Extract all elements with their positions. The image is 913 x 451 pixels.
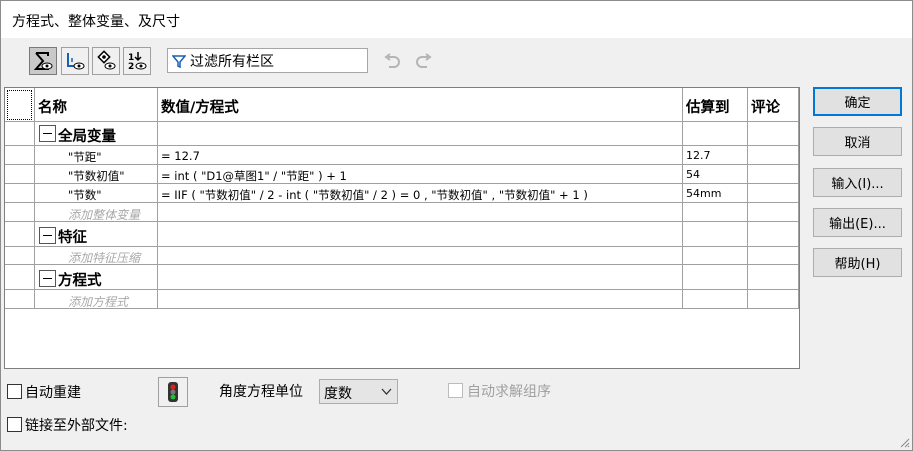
traffic-light-icon [168,382,178,402]
sigma-icon [33,52,53,70]
redo-icon [416,53,432,68]
add-global-variable-placeholder[interactable]: 添加整体变量 [68,206,140,223]
undo-icon [384,53,400,68]
redo-button[interactable] [413,50,435,72]
collapse-globals-icon[interactable] [39,125,56,142]
dimension-visibility-button[interactable] [92,47,120,75]
ok-button[interactable]: 确定 [813,87,902,116]
resize-grip-icon[interactable] [898,436,910,448]
angle-unit-value: 度数 [324,386,352,402]
header-evaluates-to[interactable]: 估算到 [686,96,730,117]
ordered-view-button[interactable]: 1 2 [123,47,151,75]
dimension-view-icon [67,53,85,70]
import-button[interactable]: 输入(I)... [813,168,902,197]
header-comment[interactable]: 评论 [751,96,780,117]
filter-icon [172,55,186,68]
add-feature-suppression-placeholder[interactable]: 添加特征压缩 [68,249,140,266]
angle-unit-label: 角度方程单位 [219,384,303,400]
help-button[interactable]: 帮助(H) [813,248,902,277]
link-external-file-label: 链接至外部文件: [25,418,128,434]
undo-button[interactable] [381,50,403,72]
group-globals-label: 全局变量 [58,129,116,145]
svg-text:2: 2 [128,62,134,72]
filter-field[interactable] [167,48,368,73]
var-value[interactable]: = int ( "D1@草图1" / "节距" ) + 1 [161,168,347,184]
var-name[interactable]: "节距" [68,149,102,165]
add-equation-placeholder[interactable]: 添加方程式 [68,293,128,310]
row-header-corner [7,90,32,120]
group-equations-label: 方程式 [58,273,102,289]
filter-input[interactable] [190,50,365,71]
dimension-visibility-icon [97,50,116,70]
auto-rebuild-label: 自动重建 [25,385,81,401]
var-value[interactable]: = IIF ( "节数初值" / 2 - int ( "节数初值" / 2 ) … [161,187,588,203]
dialog-title: 方程式、整体变量、及尺寸 [12,14,180,30]
var-eval: 54mm [686,187,722,200]
auto-solve-order-checkbox[interactable] [448,383,463,398]
equations-dialog: 方程式、整体变量、及尺寸 1 2 过滤所有栏区 名称 数值/方程式 估算到 评论… [0,0,913,451]
equations-view-button[interactable] [29,47,57,75]
chevron-down-icon [381,388,392,395]
dimension-view-button[interactable] [61,47,89,75]
cancel-button[interactable]: 取消 [813,127,902,156]
var-name[interactable]: "节数" [68,187,102,203]
collapse-features-icon[interactable] [39,227,56,244]
group-features-label: 特征 [58,230,87,246]
export-button[interactable]: 输出(E)... [813,208,902,237]
header-name[interactable]: 名称 [38,96,67,117]
var-eval: 54 [686,168,700,181]
ordered-view-icon: 1 2 [128,52,147,72]
auto-rebuild-checkbox[interactable] [7,384,22,399]
var-eval: 12.7 [686,149,711,162]
rebuild-status-button[interactable] [158,377,188,407]
header-value[interactable]: 数值/方程式 [161,96,239,117]
auto-solve-order-label: 自动求解组序 [467,384,551,400]
title-bar: 方程式、整体变量、及尺寸 [1,1,912,38]
link-external-file-checkbox[interactable] [7,417,22,432]
var-name[interactable]: "节数初值" [68,168,125,184]
collapse-equations-icon[interactable] [39,270,56,287]
angle-unit-select[interactable]: 度数 [319,379,398,404]
var-value[interactable]: = 12.7 [161,149,200,163]
equations-grid: 名称 数值/方程式 估算到 评论 全局变量 "节距" = 12.7 12.7 "… [4,87,800,369]
